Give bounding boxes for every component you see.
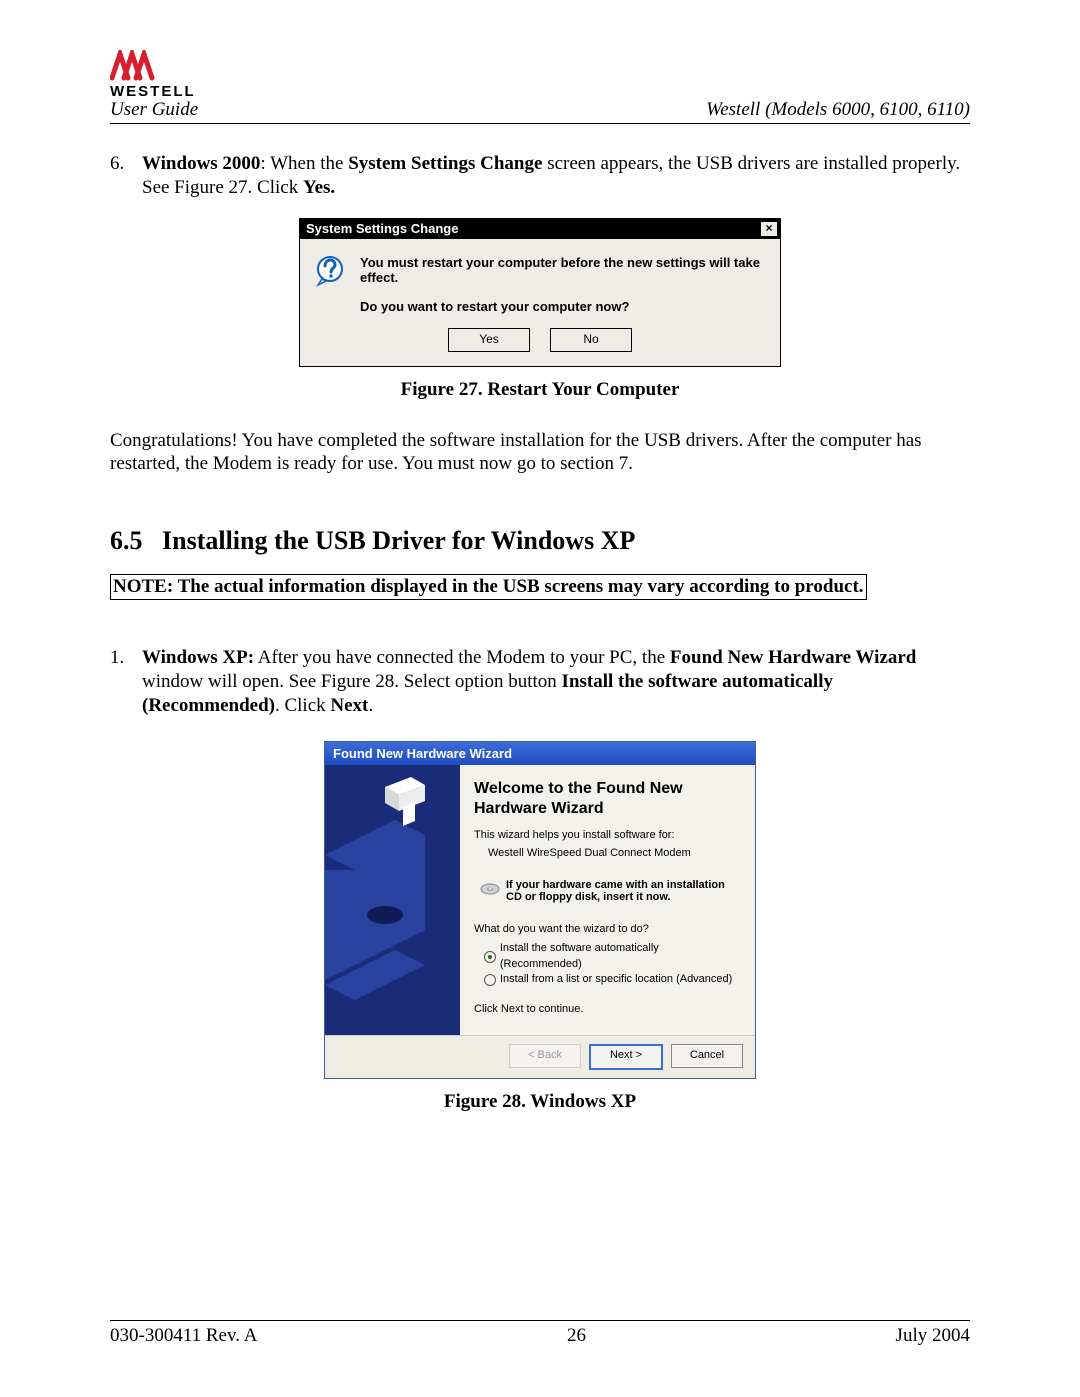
cd-icon <box>480 879 500 899</box>
footer-rev: 030-300411 Rev. A <box>110 1325 257 1347</box>
close-icon[interactable]: × <box>760 221 778 237</box>
footer-page: 26 <box>567 1325 586 1347</box>
wizard-ask: What do you want the wizard to do? <box>474 923 739 935</box>
no-button[interactable]: No <box>550 328 632 352</box>
wizard-sidebar <box>325 765 460 1035</box>
wizard-subtitle: This wizard helps you install software f… <box>474 829 739 841</box>
step-6-number: 6. <box>110 152 132 200</box>
user-guide-label: User Guide <box>110 99 198 120</box>
step-1-text: Windows XP: After you have connected the… <box>142 646 970 717</box>
radio-selected-icon <box>484 951 496 963</box>
step-1: 1. Windows XP: After you have connected … <box>110 646 970 717</box>
cancel-button[interactable]: Cancel <box>671 1044 743 1068</box>
section-heading: 6.5 Installing the USB Driver for Window… <box>110 526 970 556</box>
step-6: 6. Windows 2000: When the System Setting… <box>110 152 970 200</box>
page-footer: 030-300411 Rev. A 26 July 2004 <box>110 1320 970 1347</box>
wizard-graphic-icon <box>325 765 460 1035</box>
wizard-device: Westell WireSpeed Dual Connect Modem <box>488 847 739 859</box>
figure-27: System Settings Change × You must restar… <box>110 218 970 401</box>
figure-27-caption: Figure 27. Restart Your Computer <box>110 379 970 401</box>
cd-instruction: If your hardware came with an installati… <box>506 879 739 903</box>
westell-logo: WESTELL <box>110 50 198 99</box>
dialog27-titlebar: System Settings Change × <box>300 219 780 239</box>
logo-mark-icon <box>110 50 170 82</box>
header-left: WESTELL User Guide <box>110 50 198 121</box>
radio-option-auto[interactable]: Install the software automatically (Reco… <box>484 941 739 972</box>
dialog27-message-1: You must restart your computer before th… <box>360 255 766 285</box>
step-6-text: Windows 2000: When the System Settings C… <box>142 152 970 200</box>
figure-28: Found New Hardware Wizard <box>110 741 970 1113</box>
step-1-number: 1. <box>110 646 132 717</box>
page-header: WESTELL User Guide Westell (Models 6000,… <box>110 50 970 124</box>
figure-28-caption: Figure 28. Windows XP <box>110 1091 970 1113</box>
note-box: NOTE: The actual information displayed i… <box>110 574 867 600</box>
dialog27-message-2: Do you want to restart your computer now… <box>360 299 766 314</box>
radio-unselected-icon <box>484 974 496 986</box>
congratulations-text: Congratulations! You have completed the … <box>110 429 970 477</box>
footer-date: July 2004 <box>896 1325 970 1347</box>
dialog28-title: Found New Hardware Wizard <box>325 742 755 765</box>
back-button: < Back <box>509 1044 581 1068</box>
found-new-hardware-dialog: Found New Hardware Wizard <box>324 741 756 1079</box>
wizard-welcome: Welcome to the Found New Hardware Wizard <box>474 779 739 819</box>
logo-text: WESTELL <box>110 84 196 99</box>
dialog27-title: System Settings Change <box>306 221 458 236</box>
models-label: Westell (Models 6000, 6100, 6110) <box>706 99 970 121</box>
wizard-continue: Click Next to continue. <box>474 1003 739 1015</box>
note-container: NOTE: The actual information displayed i… <box>110 574 970 628</box>
next-button[interactable]: Next > <box>589 1044 663 1070</box>
radio-option-advanced[interactable]: Install from a list or specific location… <box>484 972 739 987</box>
yes-button[interactable]: Yes <box>448 328 530 352</box>
system-settings-dialog: System Settings Change × You must restar… <box>299 218 781 367</box>
question-icon <box>314 255 346 287</box>
